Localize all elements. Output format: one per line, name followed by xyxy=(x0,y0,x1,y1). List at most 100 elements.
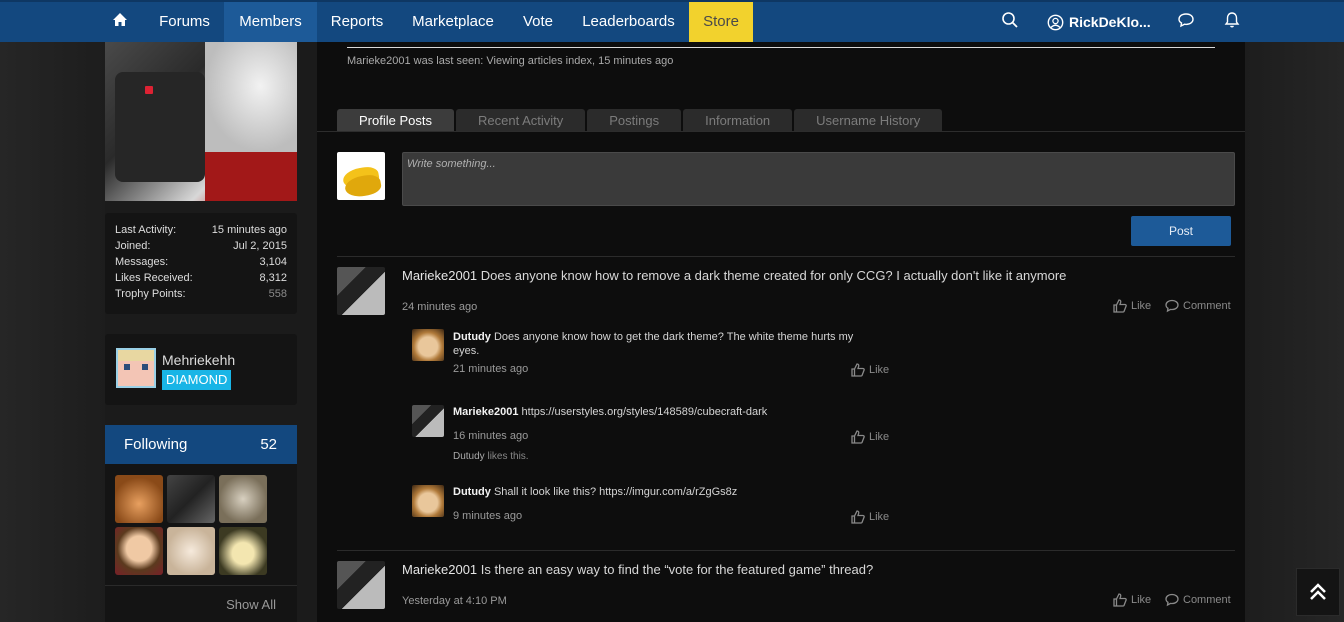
like-button[interactable]: Like xyxy=(1113,299,1151,313)
post-username[interactable]: Marieke2001 xyxy=(402,268,477,283)
stat-label: Last Activity: xyxy=(115,224,177,236)
page-background-right xyxy=(1245,42,1344,622)
following-avatar[interactable] xyxy=(167,475,215,523)
post-avatar[interactable] xyxy=(337,561,385,609)
like-button[interactable]: Like xyxy=(851,510,889,524)
comment-username[interactable]: Dutudy xyxy=(453,331,491,343)
comment-avatar[interactable] xyxy=(412,405,444,437)
divider xyxy=(317,131,1245,132)
post-body: Marieke2001 Does anyone know how to remo… xyxy=(402,268,1066,283)
tab-recent-activity[interactable]: Recent Activity xyxy=(455,109,586,132)
nav-forums[interactable]: Forums xyxy=(147,2,222,42)
thumbs-up-icon xyxy=(1113,299,1127,313)
bell-icon[interactable] xyxy=(1223,2,1243,42)
thumbs-up-icon xyxy=(851,430,865,444)
following-avatar[interactable] xyxy=(219,527,267,575)
post-time[interactable]: 24 minutes ago xyxy=(402,301,477,313)
liker-username[interactable]: Dutudy xyxy=(453,451,485,462)
following-avatar[interactable] xyxy=(219,475,267,523)
comment-label: Comment xyxy=(1183,594,1231,606)
following-avatar[interactable] xyxy=(115,475,163,523)
post-time[interactable]: Yesterday at 4:10 PM xyxy=(402,595,507,607)
stat-value: 8,312 xyxy=(259,272,287,284)
user-menu[interactable]: RickDeKlo... xyxy=(1047,2,1157,42)
search-icon[interactable] xyxy=(1001,2,1021,42)
rank-box: Mehriekehh DIAMOND xyxy=(105,334,297,405)
nav-members[interactable]: Members xyxy=(224,2,317,42)
comment-message-cont: eyes. xyxy=(453,345,480,357)
nav-marketplace[interactable]: Marketplace xyxy=(400,2,506,42)
like-label: Like xyxy=(869,431,890,443)
write-something-input[interactable]: Write something... xyxy=(402,152,1235,206)
comment-username[interactable]: Dutudy xyxy=(453,486,491,498)
my-avatar[interactable] xyxy=(337,152,385,200)
likes-suffix: likes this. xyxy=(484,451,529,462)
comment-button[interactable]: Comment xyxy=(1165,593,1231,607)
comment-time[interactable]: 16 minutes ago xyxy=(453,430,528,442)
stat-value: 15 minutes ago xyxy=(211,224,287,236)
comment-message: Shall it look like this? https://imgur.c… xyxy=(493,486,738,498)
post-body: Marieke2001 Is there an easy way to find… xyxy=(402,562,873,577)
following-header: Following 52 xyxy=(105,425,297,464)
tab-postings[interactable]: Postings xyxy=(587,109,682,132)
home-icon[interactable] xyxy=(102,2,138,42)
comment-avatar[interactable] xyxy=(412,485,444,517)
following-avatar[interactable] xyxy=(115,527,163,575)
comment-message: Does anyone know how to get the dark the… xyxy=(493,331,854,343)
top-navigation: Forums Members Reports Marketplace Vote … xyxy=(0,0,1344,42)
divider xyxy=(105,585,297,586)
stat-label: Trophy Points: xyxy=(115,288,186,300)
tab-username-history[interactable]: Username History xyxy=(794,109,943,132)
nav-reports[interactable]: Reports xyxy=(318,2,396,42)
like-button[interactable]: Like xyxy=(1113,593,1151,607)
last-seen-text: Marieke2001 was last seen: Viewing artic… xyxy=(347,55,674,67)
stat-joined: Joined: Jul 2, 2015 xyxy=(115,240,287,256)
comment-message[interactable]: https://userstyles.org/styles/148589/cub… xyxy=(522,406,768,418)
stat-likes-received: Likes Received: 8,312 xyxy=(115,272,287,288)
stat-messages: Messages: 3,104 xyxy=(115,256,287,272)
stat-value[interactable]: 558 xyxy=(269,288,287,304)
stat-label: Likes Received: xyxy=(115,272,193,284)
stat-trophy-points: Trophy Points: 558 xyxy=(115,288,287,304)
tab-information[interactable]: Information xyxy=(683,109,793,132)
like-button[interactable]: Like xyxy=(851,430,889,444)
thumbs-up-icon xyxy=(851,363,865,377)
user-icon xyxy=(1047,14,1064,30)
comment-time[interactable]: 21 minutes ago xyxy=(453,363,528,375)
nav-leaderboards[interactable]: Leaderboards xyxy=(571,2,686,42)
chat-bubble-icon[interactable] xyxy=(1177,2,1197,42)
divider xyxy=(337,256,1235,257)
rank-username: Mehriekehh xyxy=(162,352,236,368)
main-content: Marieke2001 was last seen: Viewing artic… xyxy=(317,42,1245,622)
divider xyxy=(337,550,1235,551)
following-avatar[interactable] xyxy=(167,527,215,575)
comment-username[interactable]: Marieke2001 xyxy=(453,406,518,418)
likes-summary: Dutudy likes this. xyxy=(453,451,529,462)
like-button[interactable]: Like xyxy=(851,363,889,377)
back-to-top-button[interactable] xyxy=(1296,568,1340,616)
like-label: Like xyxy=(1131,594,1152,606)
comment-time[interactable]: 9 minutes ago xyxy=(453,510,522,522)
comment-avatar[interactable] xyxy=(412,329,444,361)
divider xyxy=(347,47,1215,48)
thumbs-up-icon xyxy=(851,510,865,524)
tab-profile-posts[interactable]: Profile Posts xyxy=(337,109,454,132)
following-count: 52 xyxy=(260,436,277,453)
post-avatar[interactable] xyxy=(337,267,385,315)
show-all-link[interactable]: Show All xyxy=(226,597,276,612)
comment-body: Dutudy Does anyone know how to get the d… xyxy=(453,330,893,358)
thumbs-up-icon xyxy=(1113,593,1127,607)
comment-body: Dutudy Shall it look like this? https://… xyxy=(453,485,893,499)
stat-label: Messages: xyxy=(115,256,169,268)
comment-button[interactable]: Comment xyxy=(1165,299,1231,313)
post-button[interactable]: Post xyxy=(1131,216,1231,246)
profile-tabs: Profile Posts Recent Activity Postings I… xyxy=(337,109,943,132)
post-username[interactable]: Marieke2001 xyxy=(402,562,477,577)
profile-stats: Last Activity: 15 minutes ago Joined: Ju… xyxy=(105,213,297,314)
stat-value[interactable]: 3,104 xyxy=(259,256,287,272)
nav-vote[interactable]: Vote xyxy=(513,2,563,42)
nav-store[interactable]: Store xyxy=(689,2,753,42)
comment-icon xyxy=(1165,299,1179,313)
like-label: Like xyxy=(1131,300,1152,312)
stat-last-activity: Last Activity: 15 minutes ago xyxy=(115,224,287,240)
